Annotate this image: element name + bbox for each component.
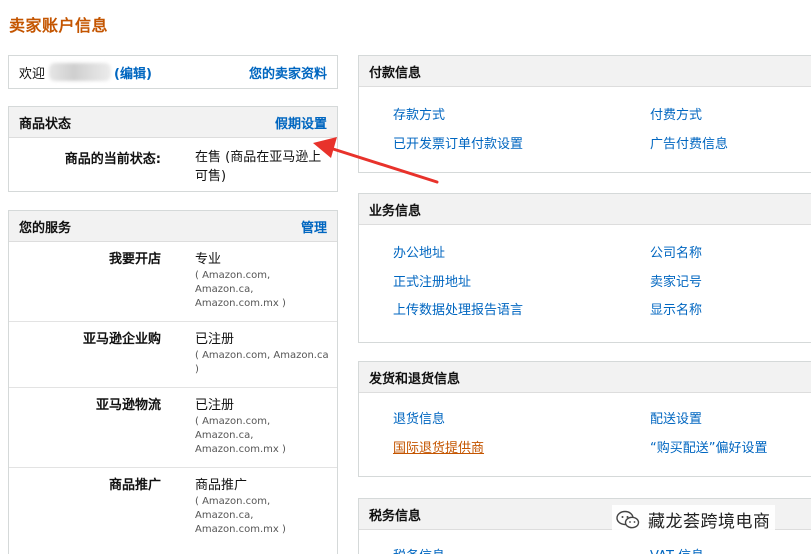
- seller-profile-link[interactable]: 您的卖家资料: [249, 63, 327, 82]
- welcome-box: 欢迎 (编辑) 您的卖家资料: [8, 55, 338, 89]
- business-info-box: 业务信息 办公地址 公司名称 正式注册地址 卖家记号 上传数据处理报告语言 显示…: [358, 193, 811, 343]
- merchant-token-link[interactable]: 卖家记号: [650, 271, 702, 290]
- service-status: 已注册: [195, 332, 235, 347]
- international-returns-provider-link[interactable]: 国际退货提供商: [393, 437, 484, 456]
- tax-info-title: 税务信息: [369, 508, 422, 524]
- payment-info-box: 付款信息 存款方式 付费方式 已开发票订单付款设置 广告付费信息: [358, 55, 811, 173]
- business-info-header: 业务信息: [359, 194, 811, 225]
- service-name: 亚马逊物流: [95, 398, 161, 413]
- charge-methods-link[interactable]: 付费方式: [650, 104, 702, 123]
- current-status-label: 商品的当前状态:: [64, 152, 161, 167]
- service-row: 亚马逊企业购 已注册 ( Amazon.com, Amazon.ca ): [9, 322, 337, 388]
- current-status-value: 在售 (商品在亚马逊上可售): [195, 150, 322, 184]
- service-status: 已注册: [195, 398, 235, 413]
- display-name-link[interactable]: 显示名称: [650, 299, 702, 318]
- wechat-icon: [616, 510, 640, 528]
- current-status-row: 商品的当前状态: 在售 (商品在亚马逊上可售): [9, 138, 337, 186]
- company-name-link[interactable]: 公司名称: [650, 242, 702, 261]
- service-marketplaces: ( Amazon.com, Amazon.ca, Amazon.com.mx ): [195, 496, 286, 535]
- service-marketplaces: ( Amazon.com, Amazon.ca ): [195, 350, 329, 375]
- tax-info-link[interactable]: 税务信息: [393, 545, 445, 554]
- welcome-label: 欢迎: [19, 66, 46, 82]
- office-address-link[interactable]: 办公地址: [393, 242, 445, 261]
- business-info-title: 业务信息: [369, 203, 422, 219]
- edit-link[interactable]: (编辑): [114, 63, 152, 82]
- your-services-title: 您的服务: [19, 220, 72, 236]
- payment-info-header: 付款信息: [359, 56, 811, 87]
- listing-status-box: 商品状态 假期设置 商品的当前状态: 在售 (商品在亚马逊上可售): [8, 106, 338, 192]
- return-info-link[interactable]: 退货信息: [393, 408, 445, 427]
- advertising-payment-info-link[interactable]: 广告付费信息: [650, 133, 728, 152]
- service-name: 亚马逊企业购: [82, 332, 161, 347]
- deposit-methods-link[interactable]: 存款方式: [393, 104, 445, 123]
- watermark: 藏龙荟跨境电商: [612, 505, 775, 534]
- payment-info-title: 付款信息: [369, 65, 422, 81]
- watermark-text: 藏龙荟跨境电商: [648, 512, 771, 532]
- listing-status-title: 商品状态: [19, 116, 72, 132]
- service-name: 商品推广: [108, 478, 161, 493]
- shipping-returns-title: 发货和退货信息: [369, 371, 461, 387]
- vacation-settings-link[interactable]: 假期设置: [275, 113, 327, 132]
- listing-status-header: 商品状态 假期设置: [9, 107, 337, 138]
- blurred-username: [49, 63, 112, 81]
- service-row: 亚马逊物流 已注册 ( Amazon.com, Amazon.ca, Amazo…: [9, 388, 337, 468]
- service-name: 我要开店: [108, 252, 161, 267]
- vat-info-link[interactable]: VAT 信息: [650, 545, 704, 554]
- service-marketplaces: ( Amazon.com, Amazon.ca, Amazon.com.mx ): [195, 270, 286, 309]
- buy-shipping-preferences-link[interactable]: “购买配送”偏好设置: [650, 437, 767, 456]
- upload-report-language-link[interactable]: 上传数据处理报告语言: [393, 299, 523, 318]
- invoiced-order-payment-settings-link[interactable]: 已开发票订单付款设置: [393, 133, 523, 152]
- service-status: 专业: [195, 252, 222, 267]
- your-services-header: 您的服务 管理: [9, 211, 337, 242]
- shipping-returns-box: 发货和退货信息 退货信息 配送设置 国际退货提供商 “购买配送”偏好设置: [358, 361, 811, 477]
- service-marketplaces: ( Amazon.com, Amazon.ca, Amazon.com.mx ): [195, 416, 286, 455]
- service-row: 我要开店 专业 ( Amazon.com, Amazon.ca, Amazon.…: [9, 242, 337, 322]
- manage-services-link[interactable]: 管理: [301, 217, 327, 236]
- service-status: 商品推广: [195, 478, 248, 493]
- service-row: 商品推广 商品推广 ( Amazon.com, Amazon.ca, Amazo…: [9, 468, 337, 547]
- registered-address-link[interactable]: 正式注册地址: [393, 271, 471, 290]
- your-services-box: 您的服务 管理 我要开店 专业 ( Amazon.com, Amazon.ca,…: [8, 210, 338, 554]
- page-title: 卖家账户信息: [9, 16, 109, 35]
- shipping-settings-link[interactable]: 配送设置: [650, 408, 702, 427]
- shipping-returns-header: 发货和退货信息: [359, 362, 811, 393]
